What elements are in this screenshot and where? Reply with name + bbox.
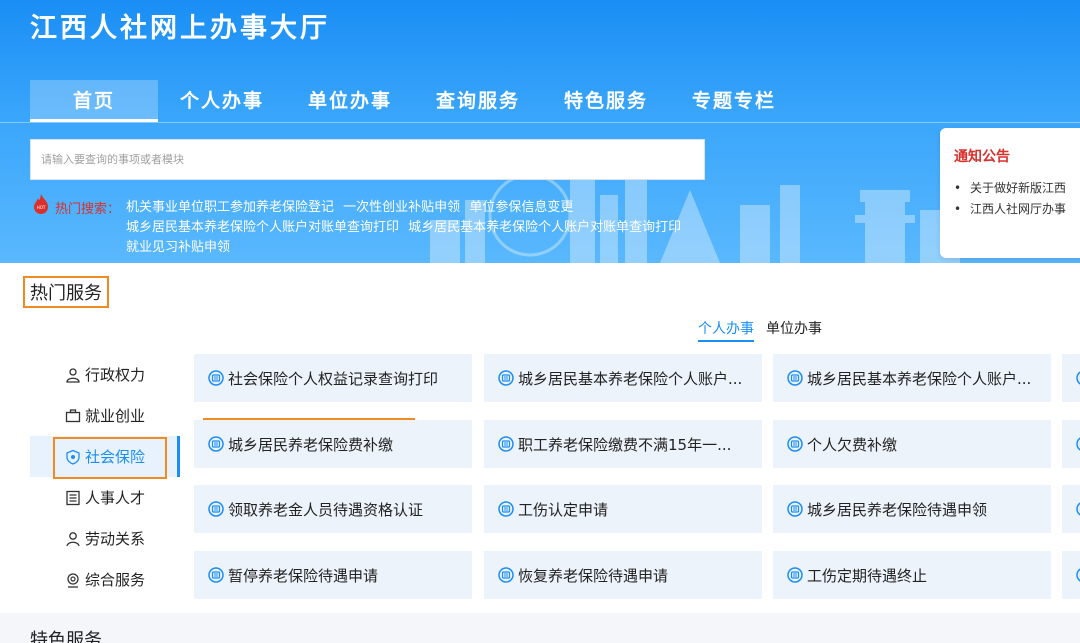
tab-unit[interactable]: 单位办事 [766, 318, 822, 342]
service-card-label: 城乡居民养老保险待遇申领 [807, 500, 988, 519]
service-item-icon [208, 567, 224, 583]
sidebar-item-social-insurance[interactable]: 社会保险 [30, 436, 180, 477]
service-card[interactable]: 工伤定期待遇终止 [773, 551, 1051, 599]
sidebar-item-label: 行政权力 [85, 366, 146, 384]
service-item-icon [1076, 568, 1080, 582]
service-card-label: 领取养老金人员待遇资格认证 [228, 500, 424, 519]
featured-services-title: 特色服务 [30, 630, 102, 643]
service-card-label: 城乡居民基本养老保险个人账户... [518, 369, 743, 388]
main-nav: 首页 个人办事 单位办事 查询服务 特色服务 专题专栏 [30, 80, 798, 122]
service-card-partial[interactable] [1062, 485, 1080, 533]
service-item-icon [498, 501, 514, 517]
nav-unit[interactable]: 单位办事 [286, 80, 414, 122]
service-card-label: 恢复养老保险待遇申请 [518, 566, 669, 585]
sidebar-item-label: 综合服务 [85, 571, 146, 589]
service-icon [67, 572, 79, 588]
hot-search-label: 热门搜索： [55, 202, 121, 217]
service-card[interactable]: 城乡居民基本养老保险个人账户... [484, 354, 762, 402]
search-box [30, 139, 705, 180]
service-item-icon [787, 436, 803, 452]
service-item-icon [1076, 437, 1080, 451]
notice-list: 关于做好新版江西 江西人社网厅办事 [954, 178, 1080, 220]
nav-personal[interactable]: 个人办事 [158, 80, 286, 122]
service-card-label: 城乡居民基本养老保险个人账户... [807, 369, 1032, 388]
nav-featured[interactable]: 特色服务 [542, 80, 670, 122]
service-card[interactable]: 恢复养老保险待遇申请 [484, 551, 762, 599]
service-card-label: 暂停养老保险待遇申请 [228, 566, 379, 585]
service-item-icon [498, 436, 514, 452]
shield-icon [66, 449, 80, 465]
hot-link[interactable]: 机关事业单位职工参加养老保险登记 [126, 200, 334, 215]
service-item-icon [498, 567, 514, 583]
briefcase-icon [65, 408, 81, 422]
hot-link[interactable]: 城乡居民基本养老保险个人账户对账单查询打印 [408, 220, 681, 235]
svg-text:HOT: HOT [37, 205, 46, 210]
service-item-icon [787, 567, 803, 583]
service-card-label: 个人欠费补缴 [807, 435, 898, 454]
hot-link[interactable]: 就业见习补贴申领 [126, 240, 230, 255]
service-card-partial[interactable] [1062, 551, 1080, 599]
service-card-label: 工伤认定申请 [518, 500, 609, 519]
user-icon [66, 367, 80, 383]
notice-item[interactable]: 关于做好新版江西 [954, 178, 1080, 199]
service-card[interactable]: 城乡居民养老保险待遇申领 [773, 485, 1051, 533]
sidebar-item-admin-power[interactable]: 行政权力 [30, 354, 180, 395]
service-card[interactable]: 城乡居民基本养老保险个人账户... [773, 354, 1051, 402]
service-card-label: 社会保险个人权益记录查询打印 [228, 369, 439, 388]
service-card[interactable]: 个人欠费补缴 [773, 420, 1051, 468]
service-item-icon [208, 370, 224, 386]
header-banner: 江西人社网上办事大厅 首页 个人办事 单位办事 查询服务 特色服务 专题专栏 请… [0, 0, 1080, 263]
service-item-icon [1076, 502, 1080, 516]
service-card-label: 工伤定期待遇终止 [807, 566, 928, 585]
sidebar-item-label: 社会保险 [85, 448, 146, 466]
person-icon [66, 531, 80, 546]
service-card[interactable]: 城乡居民养老保险费补缴 [194, 420, 472, 468]
service-card[interactable]: 领取养老金人员待遇资格认证 [194, 485, 472, 533]
nav-topics[interactable]: 专题专栏 [670, 80, 798, 122]
nav-divider [0, 122, 1080, 123]
flame-icon: HOT [34, 194, 48, 214]
service-item-icon [208, 501, 224, 517]
hot-services-title: 热门服务 [23, 276, 109, 308]
hot-link[interactable]: 一次性创业补贴申领 [343, 200, 460, 215]
service-card-partial[interactable] [1062, 420, 1080, 468]
hot-link[interactable]: 城乡居民基本养老保险个人账户对账单查询打印 [126, 220, 399, 235]
category-sidebar: 行政权力 就业创业 社会保险 人事人才 劳动关系 综合服务 [30, 354, 180, 600]
notice-panel: 通知公告 关于做好新版江西 江西人社网厅办事 [940, 128, 1080, 258]
service-item-icon [787, 370, 803, 386]
hot-search-links: 机关事业单位职工参加养老保险登记 一次性创业补贴申领 单位参保信息变更 城乡居民… [126, 198, 716, 258]
sidebar-item-talent[interactable]: 人事人才 [30, 477, 180, 518]
sidebar-item-label: 劳动关系 [85, 530, 146, 548]
sidebar-item-employment[interactable]: 就业创业 [30, 395, 180, 436]
service-card[interactable]: 工伤认定申请 [484, 485, 762, 533]
notice-item[interactable]: 江西人社网厅办事 [954, 199, 1080, 220]
site-title: 江西人社网上办事大厅 [30, 13, 330, 44]
service-item-icon [498, 370, 514, 386]
list-icon [66, 490, 80, 505]
section-divider [0, 613, 1080, 643]
search-input[interactable] [31, 140, 704, 179]
service-tabs: 个人办事 单位办事 [698, 318, 822, 342]
service-item-icon [1076, 371, 1080, 385]
service-card-label: 城乡居民养老保险费补缴 [228, 435, 394, 454]
service-card-partial[interactable] [1062, 354, 1080, 402]
nav-query[interactable]: 查询服务 [414, 80, 542, 122]
sidebar-item-labor[interactable]: 劳动关系 [30, 518, 180, 559]
service-card-label: 职工养老保险缴费不满15年一... [518, 435, 732, 454]
tab-personal[interactable]: 个人办事 [698, 318, 754, 342]
sidebar-item-label: 就业创业 [85, 407, 146, 425]
nav-home[interactable]: 首页 [30, 80, 158, 122]
service-card[interactable]: 社会保险个人权益记录查询打印 [194, 354, 472, 402]
service-item-icon [208, 436, 224, 452]
hot-link[interactable]: 单位参保信息变更 [469, 200, 573, 215]
service-item-icon [787, 501, 803, 517]
service-card[interactable]: 职工养老保险缴费不满15年一... [484, 420, 762, 468]
sidebar-item-label: 人事人才 [85, 489, 146, 507]
notice-title: 通知公告 [954, 149, 1010, 165]
sidebar-item-general[interactable]: 综合服务 [30, 559, 180, 600]
service-card[interactable]: 暂停养老保险待遇申请 [194, 551, 472, 599]
